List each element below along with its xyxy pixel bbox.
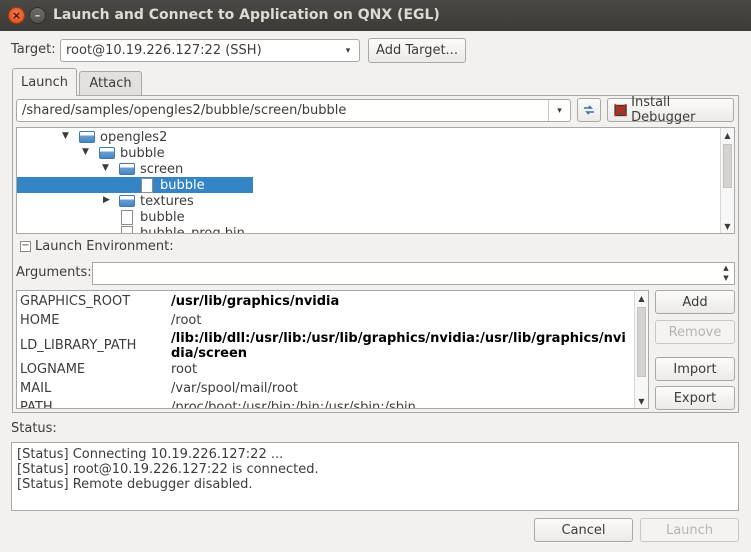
env-name: LOGNAME (20, 362, 86, 377)
tree-item-label: opengles2 (100, 129, 168, 145)
window-title: Launch and Connect to Application on QNX… (53, 7, 440, 23)
debugger-disabled-icon (614, 103, 627, 117)
export-env-button[interactable]: Export (655, 386, 735, 410)
minimize-icon: – (34, 9, 41, 22)
scrollbar-thumb[interactable] (637, 307, 646, 377)
launch-environment-label: Launch Environment: (35, 239, 174, 254)
table-row[interactable]: LOGNAME root (17, 362, 634, 380)
env-value: /root (171, 313, 202, 328)
env-value: /usr/lib/graphics/nvidia (171, 294, 340, 309)
remove-env-button[interactable]: Remove (655, 320, 735, 344)
tree-item[interactable]: textures (119, 193, 194, 209)
file-icon (121, 209, 133, 225)
close-window-button[interactable]: × (8, 7, 25, 24)
tree-item[interactable]: opengles2 (79, 129, 167, 145)
folder-icon (79, 131, 95, 143)
folder-icon (119, 163, 135, 175)
env-value: /proc/boot:/usr/bin:/bin:/usr/sbin:/sbin (171, 400, 416, 409)
status-line: [Status] root@10.19.226.127:22 is connec… (17, 462, 319, 477)
chevron-down-icon: ▾ (345, 45, 351, 56)
tree-item-label: bubble (140, 209, 185, 225)
install-debugger-button[interactable]: Install Debugger (607, 95, 734, 125)
tree-item[interactable]: screen (119, 161, 183, 177)
title-bar: × – Launch and Connect to Application on… (0, 0, 751, 31)
status-log: [Status] Connecting 10.19.226.127:22 ...… (11, 442, 739, 511)
env-value: /lib:/lib/dll:/usr/lib:/usr/lib/graphics… (171, 331, 626, 361)
tab-launch[interactable]: Launch (12, 68, 77, 96)
expanded-icon[interactable]: ▼ (82, 147, 89, 157)
env-name: LD_LIBRARY_PATH (20, 338, 137, 353)
file-icon (141, 177, 153, 193)
scroll-down-icon[interactable]: ▼ (635, 394, 648, 408)
file-icon (121, 225, 133, 233)
env-name: MAIL (20, 381, 52, 396)
scroll-up-icon[interactable]: ▲ (721, 128, 734, 142)
tree-scrollbar[interactable]: ▲ ▼ (720, 128, 734, 233)
tree-item-label: screen (140, 161, 184, 177)
minimize-window-button[interactable]: – (29, 7, 46, 24)
env-value: root (171, 362, 198, 377)
table-row[interactable]: MAIL /var/spool/mail/root (17, 381, 634, 399)
scrollbar-thumb[interactable] (723, 144, 732, 188)
target-label: Target: (11, 42, 56, 57)
env-name: PATH (20, 400, 53, 409)
tree-item[interactable]: bubble (99, 145, 165, 161)
expanded-icon[interactable]: ▼ (62, 131, 69, 141)
tree-item-selected[interactable]: bubble (17, 177, 253, 193)
collapsed-icon[interactable]: ▶ (103, 195, 110, 205)
scroll-up-icon[interactable]: ▲ (720, 263, 732, 273)
refresh-icon (584, 105, 594, 115)
status-line: [Status] Connecting 10.19.226.127:22 ... (17, 447, 284, 462)
arguments-field[interactable]: ▲ ▼ (92, 262, 735, 285)
arguments-label: Arguments: (16, 265, 92, 280)
expanded-icon[interactable]: ▼ (102, 163, 109, 173)
launch-button[interactable]: Launch (640, 518, 739, 542)
table-row[interactable]: PATH /proc/boot:/usr/bin:/bin:/usr/sbin:… (17, 400, 634, 409)
collapse-toggle-icon[interactable]: − (20, 241, 31, 252)
target-select[interactable]: root@10.19.226.127:22 (SSH) ▾ (60, 39, 360, 62)
environment-variables-table[interactable]: GRAPHICS_ROOT /usr/lib/graphics/nvidia H… (16, 290, 649, 409)
status-label: Status: (11, 421, 57, 436)
env-value: /var/spool/mail/root (171, 381, 298, 396)
refresh-button[interactable] (577, 98, 601, 122)
scroll-down-icon[interactable]: ▼ (720, 273, 732, 283)
status-line: [Status] Remote debugger disabled. (17, 477, 253, 492)
env-name: GRAPHICS_ROOT (20, 294, 131, 309)
chevron-down-icon: ▾ (548, 100, 570, 121)
install-debugger-label: Install Debugger (631, 95, 696, 125)
add-env-button[interactable]: Add (655, 290, 735, 314)
env-name: HOME (20, 313, 60, 328)
executable-path-combo[interactable]: /shared/samples/opengles2/bubble/screen/… (16, 99, 571, 122)
target-select-value: root@10.19.226.127:22 (SSH) (66, 43, 262, 58)
tree-item-label: bubble_prog.bin (140, 225, 245, 234)
close-icon: × (11, 9, 22, 22)
tree-item-label: textures (140, 193, 194, 209)
folder-icon (119, 195, 135, 207)
import-env-button[interactable]: Import (655, 357, 735, 381)
tree-item[interactable]: bubble_prog.bin (121, 225, 245, 234)
table-row[interactable]: LD_LIBRARY_PATH /lib:/lib/dll:/usr/lib:/… (17, 330, 634, 362)
folder-icon (99, 147, 115, 159)
tree-item[interactable]: bubble (121, 209, 185, 225)
scroll-up-icon[interactable]: ▲ (635, 291, 648, 305)
remote-file-tree[interactable]: ▼ opengles2 ▼ bubble ▼ screen bubble ▶ t… (16, 127, 735, 234)
env-table-scrollbar[interactable]: ▲ ▼ (634, 291, 648, 408)
table-row[interactable]: GRAPHICS_ROOT /usr/lib/graphics/nvidia (17, 294, 634, 312)
tree-item-label: bubble (160, 177, 205, 193)
executable-path-value: /shared/samples/opengles2/bubble/screen/… (22, 103, 347, 118)
tree-item-label: bubble (120, 145, 165, 161)
scroll-down-icon[interactable]: ▼ (721, 219, 734, 233)
arguments-spinner[interactable]: ▲ ▼ (720, 263, 732, 283)
cancel-button[interactable]: Cancel (534, 518, 633, 542)
table-row[interactable]: HOME /root (17, 313, 634, 331)
tab-attach[interactable]: Attach (79, 71, 142, 95)
add-target-button[interactable]: Add Target... (368, 38, 466, 63)
